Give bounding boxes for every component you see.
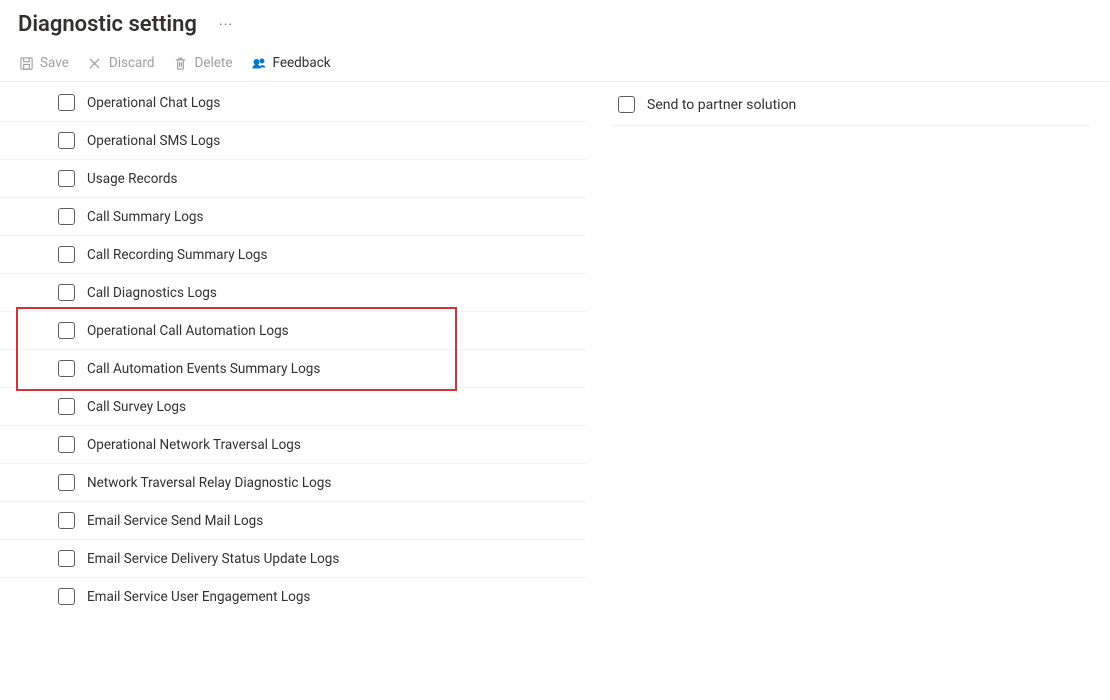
- log-category-label: Call Automation Events Summary Logs: [87, 361, 320, 377]
- log-category-checkbox[interactable]: [58, 322, 75, 339]
- save-label: Save: [40, 55, 69, 71]
- log-category-row: Usage Records: [0, 160, 586, 198]
- log-category-label: Operational Call Automation Logs: [87, 323, 289, 339]
- log-category-label: Email Service Send Mail Logs: [87, 513, 263, 529]
- log-category-checkbox[interactable]: [58, 588, 75, 605]
- page-header: Diagnostic setting ···: [0, 0, 1110, 47]
- save-icon: [18, 55, 34, 71]
- log-category-label: Call Summary Logs: [87, 209, 203, 225]
- log-category-row: Call Recording Summary Logs: [0, 236, 586, 274]
- log-category-label: Operational Network Traversal Logs: [87, 437, 301, 453]
- destination-checkbox[interactable]: [618, 96, 635, 113]
- destination-row: Send to partner solution: [612, 86, 1090, 126]
- log-category-row: Operational SMS Logs: [0, 122, 586, 160]
- page-title: Diagnostic setting: [18, 12, 197, 37]
- feedback-icon: [251, 55, 267, 71]
- log-category-row: Call Survey Logs: [0, 388, 586, 426]
- log-category-label: Operational SMS Logs: [87, 133, 220, 149]
- log-category-label: Call Recording Summary Logs: [87, 247, 267, 263]
- log-category-label: Email Service Delivery Status Update Log…: [87, 551, 339, 567]
- log-category-label: Email Service User Engagement Logs: [87, 589, 310, 605]
- log-category-row: Call Summary Logs: [0, 198, 586, 236]
- log-categories-list: Operational Chat Logs Operational SMS Log…: [0, 84, 586, 615]
- destination-label: Send to partner solution: [647, 97, 796, 113]
- log-category-row: Network Traversal Relay Diagnostic Logs: [0, 464, 586, 502]
- content-area: Operational Chat Logs Operational SMS Log…: [0, 82, 1110, 615]
- log-categories-column: Operational Chat Logs Operational SMS Log…: [0, 84, 586, 615]
- log-category-label: Usage Records: [87, 171, 177, 187]
- delete-label: Delete: [194, 55, 232, 71]
- log-category-checkbox[interactable]: [58, 474, 75, 491]
- log-category-checkbox[interactable]: [58, 398, 75, 415]
- destinations-list: Send to partner solution: [612, 86, 1090, 126]
- log-category-row: Email Service Delivery Status Update Log…: [0, 540, 586, 578]
- delete-icon: [172, 55, 188, 71]
- log-category-row: Email Service User Engagement Logs: [0, 578, 586, 615]
- log-category-checkbox[interactable]: [58, 170, 75, 187]
- log-category-checkbox[interactable]: [58, 512, 75, 529]
- log-category-checkbox[interactable]: [58, 284, 75, 301]
- log-category-row: Operational Call Automation Logs: [0, 312, 586, 350]
- log-category-row: Call Diagnostics Logs: [0, 274, 586, 312]
- log-category-checkbox[interactable]: [58, 436, 75, 453]
- log-category-row: Operational Chat Logs: [0, 84, 586, 122]
- feedback-button[interactable]: Feedback: [251, 53, 331, 73]
- toolbar: Save Discard Delete Feedback: [0, 47, 1110, 82]
- log-category-checkbox[interactable]: [58, 208, 75, 225]
- feedback-label: Feedback: [273, 55, 331, 71]
- log-category-label: Call Survey Logs: [87, 399, 186, 415]
- log-category-checkbox[interactable]: [58, 246, 75, 263]
- log-category-checkbox[interactable]: [58, 360, 75, 377]
- destinations-column: Send to partner solution: [586, 84, 1110, 615]
- delete-button[interactable]: Delete: [172, 53, 232, 73]
- log-category-checkbox[interactable]: [58, 94, 75, 111]
- discard-label: Discard: [109, 55, 155, 71]
- save-button[interactable]: Save: [18, 53, 69, 73]
- discard-button[interactable]: Discard: [87, 53, 155, 73]
- log-category-row: Call Automation Events Summary Logs: [0, 350, 586, 388]
- discard-icon: [87, 55, 103, 71]
- log-category-label: Call Diagnostics Logs: [87, 285, 217, 301]
- log-category-label: Operational Chat Logs: [87, 95, 220, 111]
- log-category-row: Operational Network Traversal Logs: [0, 426, 586, 464]
- more-icon[interactable]: ···: [219, 17, 233, 33]
- log-category-label: Network Traversal Relay Diagnostic Logs: [87, 475, 331, 491]
- log-category-checkbox[interactable]: [58, 132, 75, 149]
- log-category-checkbox[interactable]: [58, 550, 75, 567]
- log-category-row: Email Service Send Mail Logs: [0, 502, 586, 540]
